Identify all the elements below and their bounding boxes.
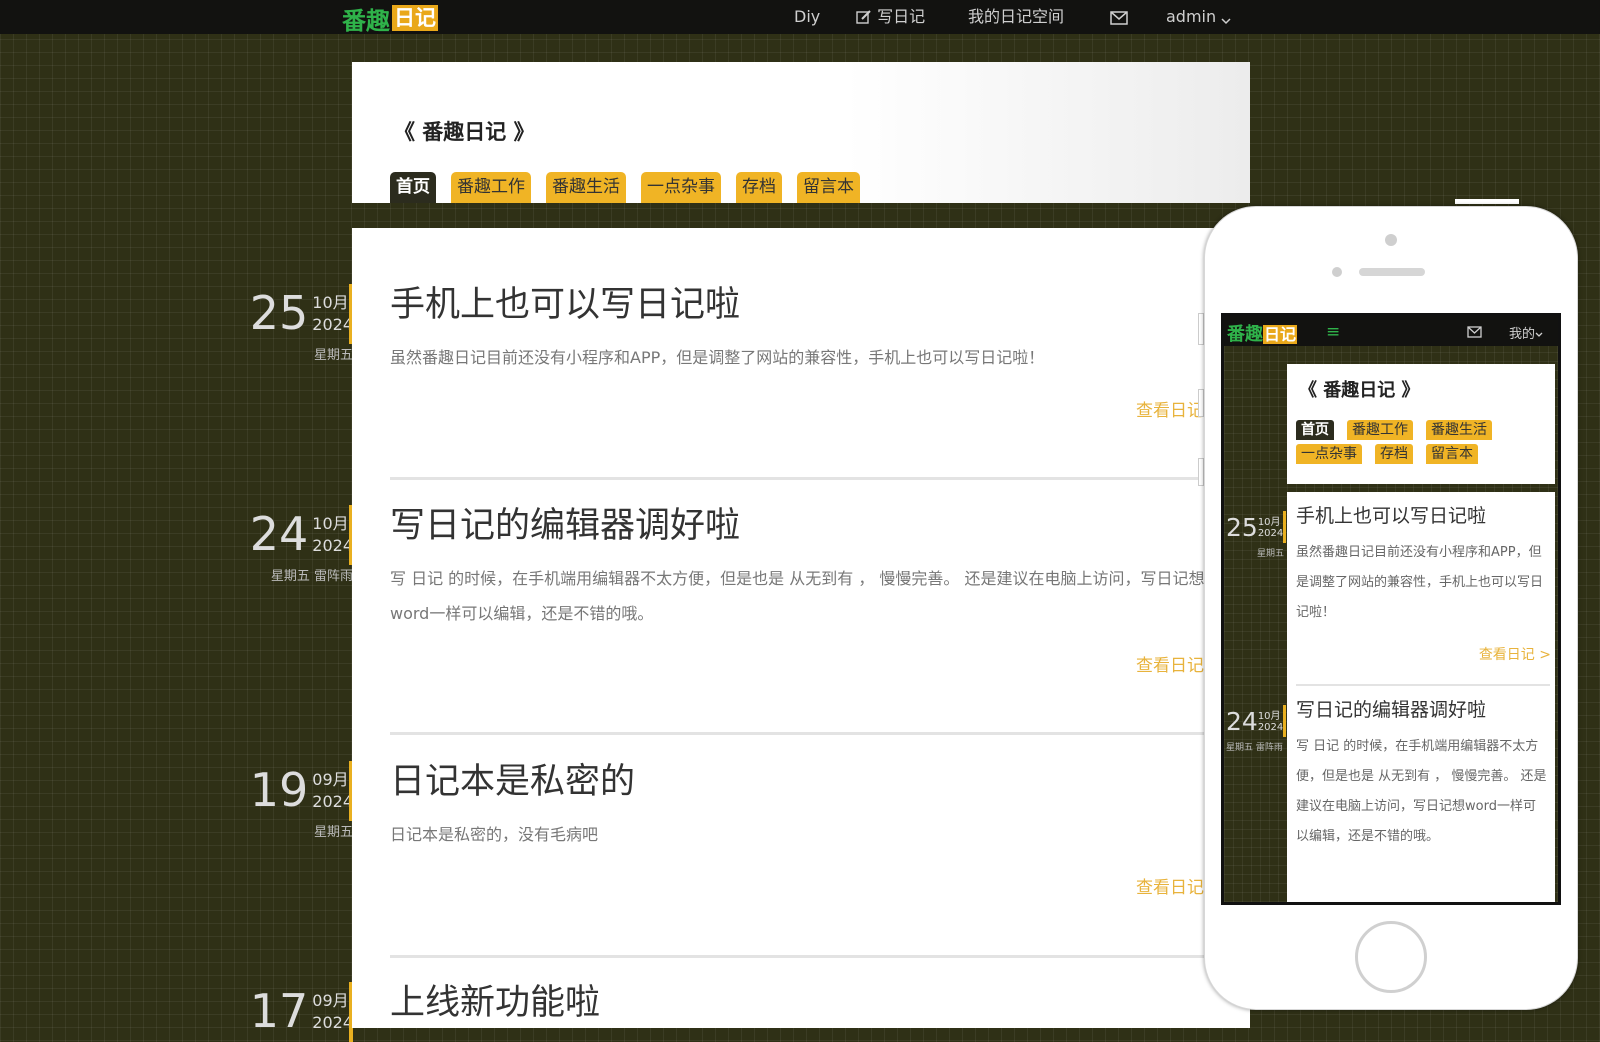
tab-home[interactable]: 首页 (1296, 420, 1334, 440)
tab-life[interactable]: 番趣生活 (1426, 420, 1492, 440)
tab-work[interactable]: 番趣工作 (451, 172, 531, 203)
camera-icon (1385, 234, 1397, 246)
post-date: 17 09月 2024 (249, 984, 353, 1038)
post-date: 25 10月 2024 星期五 (249, 286, 353, 363)
post-title[interactable]: 日记本是私密的 (390, 761, 1210, 803)
phone-mockup: 番趣日记 ≡ 我的 《 番趣日记 》 首页 番趣工作 番趣生活 一点杂事 存档 … (1204, 206, 1578, 1010)
post-title[interactable]: 手机上也可以写日记啦 (390, 284, 1210, 326)
tab-misc[interactable]: 一点杂事 (1296, 444, 1362, 464)
tab-archive[interactable]: 存档 (1375, 444, 1413, 464)
post-item: 手机上也可以写日记啦 虽然番趣日记目前还没有小程序和APP，但是调整了网站的兼容… (390, 284, 1210, 375)
tab-guestbook[interactable]: 留言本 (797, 172, 860, 203)
tab-life[interactable]: 番趣生活 (546, 172, 626, 203)
edit-icon (856, 10, 871, 24)
mobile-post-list: 手机上也可以写日记啦 虽然番趣日记目前还没有小程序和APP，但是调整了网站的兼容… (1287, 492, 1555, 902)
post-item: 上线新功能啦 (390, 982, 1210, 1024)
mobile-blog-header: 《 番趣日记 》 首页 番趣工作 番趣生活 一点杂事 存档 留言本 (1287, 364, 1555, 484)
mobile-blog-title: 《 番趣日记 》 (1299, 380, 1420, 401)
divider (1296, 684, 1550, 686)
divider (390, 955, 1215, 958)
nav-write-diary[interactable]: 写日记 (856, 0, 925, 34)
blog-title: 《 番趣日记 》 (394, 120, 535, 144)
mobile-post-date: 2410月 2024 星期五 雷阵雨 (1226, 707, 1284, 754)
read-more-link[interactable]: 查看日记 (1136, 873, 1204, 898)
sensor-icon (1332, 267, 1342, 277)
nav-user-menu[interactable]: admin (1166, 0, 1231, 34)
chevron-down-icon (1535, 332, 1543, 337)
post-title[interactable]: 上线新功能啦 (390, 982, 1210, 1024)
mail-icon (1110, 11, 1128, 25)
date-marker (1283, 705, 1286, 737)
divider (390, 732, 1215, 735)
tab-misc[interactable]: 一点杂事 (641, 172, 721, 203)
menu-icon[interactable]: ≡ (1326, 322, 1340, 342)
chevron-down-icon (1221, 18, 1231, 25)
tab-guestbook[interactable]: 留言本 (1426, 444, 1478, 464)
post-date: 24 10月 2024 星期五 雷阵雨 (249, 507, 353, 584)
post-title[interactable]: 写日记的编辑器调好啦 (1296, 698, 1548, 722)
mobile-post-item: 手机上也可以写日记啦 虽然番趣日记目前还没有小程序和APP，但是调整了网站的兼容… (1296, 504, 1548, 628)
site-logo[interactable]: 番趣 日记 (342, 4, 438, 35)
top-navbar: 番趣 日记 Diy 写日记 我的日记空间 admin (0, 0, 1600, 35)
post-excerpt: 虽然番趣日记目前还没有小程序和APP，但是调整了网站的兼容性，手机上也可以写日记… (390, 348, 1045, 367)
read-more-link[interactable]: 查看日记 (1136, 651, 1204, 676)
post-title[interactable]: 手机上也可以写日记啦 (1296, 504, 1548, 528)
post-list: 手机上也可以写日记啦 虽然番趣日记目前还没有小程序和APP，但是调整了网站的兼容… (352, 228, 1250, 1028)
mobile-post-date: 2510月 2024 星期五 (1226, 513, 1284, 560)
post-item: 写日记的编辑器调好啦 写 日记 的时候，在手机端用编辑器不太方便，但是也是 从无… (390, 505, 1210, 631)
category-tabs: 首页 番趣工作 番趣生活 一点杂事 存档 留言本 (390, 172, 860, 203)
read-more-link[interactable]: 查看日记 > (1479, 644, 1551, 664)
post-item: 日记本是私密的 日记本是私密的，没有毛病吧 (390, 761, 1210, 852)
post-title[interactable]: 写日记的编辑器调好啦 (390, 505, 1210, 547)
mobile-post-item: 写日记的编辑器调好啦 写 日记 的时候，在手机端用编辑器不太方便，但是也是 从无… (1296, 698, 1548, 852)
post-date: 19 09月 2024 星期五 (249, 763, 353, 840)
post-excerpt: 写 日记 的时候，在手机端用编辑器不太方便，但是也是 从无到有 ， 慢慢完善。 … (390, 569, 1205, 623)
scroll-marker (1455, 199, 1519, 204)
post-excerpt: 写 日记 的时候，在手机端用编辑器不太方便，但是也是 从无到有 ， 慢慢完善。 … (1296, 739, 1547, 844)
phone-screen: 番趣日记 ≡ 我的 《 番趣日记 》 首页 番趣工作 番趣生活 一点杂事 存档 … (1221, 313, 1561, 905)
tab-work[interactable]: 番趣工作 (1347, 420, 1413, 440)
read-more-link[interactable]: 查看日记 (1136, 396, 1204, 421)
date-marker (1283, 511, 1286, 543)
mail-icon[interactable] (1467, 323, 1482, 342)
logo-badge: 日记 (392, 5, 438, 31)
tab-home[interactable]: 首页 (390, 172, 436, 203)
nav-diy[interactable]: Diy (794, 0, 820, 34)
mobile-category-tabs: 首页 番趣工作 番趣生活 一点杂事 存档 留言本 (1296, 420, 1546, 464)
post-excerpt: 虽然番趣日记目前还没有小程序和APP，但是调整了网站的兼容性，手机上也可以写日记… (1296, 545, 1544, 620)
nav-my-space[interactable]: 我的日记空间 (968, 0, 1064, 34)
mobile-user-menu[interactable]: 我的 (1509, 323, 1543, 342)
home-button[interactable] (1355, 921, 1427, 993)
divider (390, 477, 1215, 480)
mobile-navbar: 番趣日记 ≡ 我的 (1224, 316, 1558, 346)
mobile-logo[interactable]: 番趣日记 (1227, 320, 1298, 346)
nav-mail[interactable] (1110, 0, 1128, 34)
speaker-grille (1359, 268, 1425, 276)
logo-text: 番趣 (342, 6, 390, 35)
tab-archive[interactable]: 存档 (736, 172, 782, 203)
blog-header: 《 番趣日记 》 首页 番趣工作 番趣生活 一点杂事 存档 留言本 (352, 62, 1250, 203)
post-excerpt: 日记本是私密的，没有毛病吧 (390, 825, 599, 844)
